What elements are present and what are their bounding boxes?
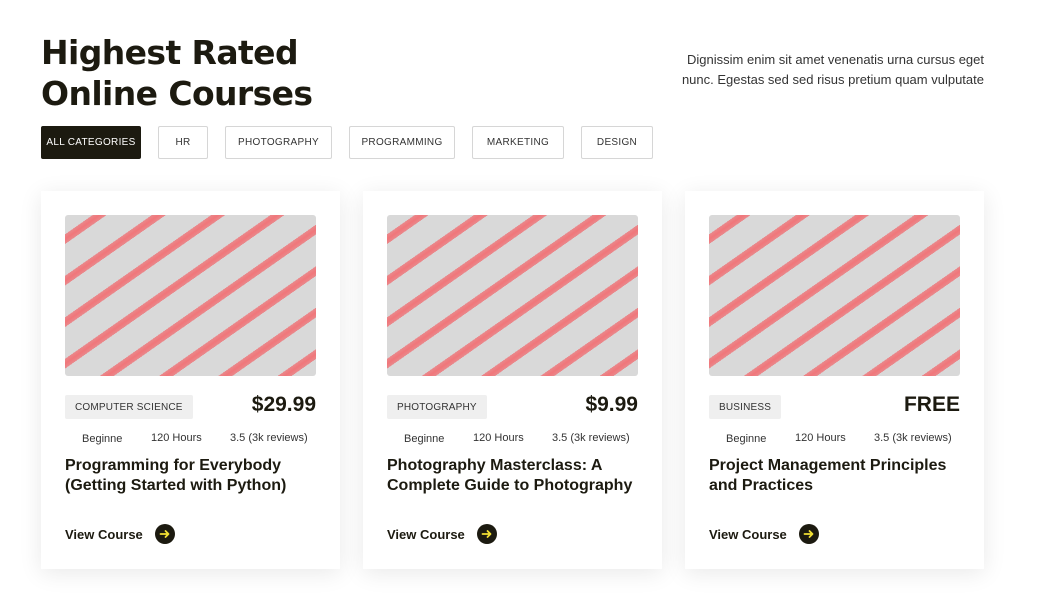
arrow-right-circle-icon <box>154 524 175 544</box>
arrow-right-circle-icon <box>798 524 819 544</box>
course-price: FREE <box>903 393 960 416</box>
course-card: COMPUTER SCIENCE $29.99 Beginne 120 Hour… <box>41 191 340 569</box>
view-course-label: View Course <box>65 526 143 542</box>
course-hours: 120 Hours <box>473 432 524 444</box>
course-level: Beginne <box>82 433 123 445</box>
course-hours: 120 Hours <box>795 432 846 444</box>
view-course-button[interactable]: View Course <box>387 524 497 544</box>
course-title[interactable]: Programming for Everybody (Getting Start… <box>65 456 316 496</box>
category-badge: COMPUTER SCIENCE <box>65 395 193 419</box>
page-description: Dignissim enim sit amet venenatis urna c… <box>681 52 984 87</box>
filter-hr[interactable]: HR <box>158 126 208 159</box>
arrow-right-circle-icon <box>476 524 497 544</box>
course-price: $9.99 <box>585 393 638 416</box>
view-course-button[interactable]: View Course <box>709 524 819 544</box>
category-badge: PHOTOGRAPHY <box>387 395 487 419</box>
course-rating: 3.5 (3k reviews) <box>874 432 952 444</box>
filter-photography[interactable]: PHOTOGRAPHY <box>225 126 332 159</box>
view-course-label: View Course <box>709 526 787 542</box>
course-rating: 3.5 (3k reviews) <box>552 432 630 444</box>
view-course-label: View Course <box>387 526 465 542</box>
course-card: BUSINESS FREE Beginne 120 Hours 3.5 (3k … <box>685 191 984 569</box>
course-hours: 120 Hours <box>151 432 202 444</box>
course-card: PHOTOGRAPHY $9.99 Beginne 120 Hours 3.5 … <box>363 191 662 569</box>
filter-marketing[interactable]: MARKETING <box>472 126 564 159</box>
course-thumbnail[interactable] <box>65 215 316 376</box>
page-title: Highest Rated Online Courses <box>41 33 313 113</box>
filter-design[interactable]: DESIGN <box>581 126 653 159</box>
course-price: $29.99 <box>251 393 316 416</box>
category-filter-bar: ALL CATEGORIES HR PHOTOGRAPHY PROGRAMMIN… <box>41 126 670 159</box>
course-card-list: COMPUTER SCIENCE $29.99 Beginne 120 Hour… <box>41 191 1007 569</box>
view-course-button[interactable]: View Course <box>65 524 175 544</box>
page-header: Highest Rated Online Courses <box>41 32 401 114</box>
course-title[interactable]: Photography Masterclass: A Complete Guid… <box>387 456 638 496</box>
course-level: Beginne <box>404 433 445 445</box>
course-thumbnail[interactable] <box>709 215 960 376</box>
category-badge: BUSINESS <box>709 395 782 419</box>
course-level: Beginne <box>726 433 767 445</box>
course-thumbnail[interactable] <box>387 215 638 376</box>
course-rating: 3.5 (3k reviews) <box>230 432 308 444</box>
filter-programming[interactable]: PROGRAMMING <box>349 126 455 159</box>
course-title[interactable]: Project Management Principles and Practi… <box>709 456 960 496</box>
filter-all-categories[interactable]: ALL CATEGORIES <box>41 126 141 159</box>
